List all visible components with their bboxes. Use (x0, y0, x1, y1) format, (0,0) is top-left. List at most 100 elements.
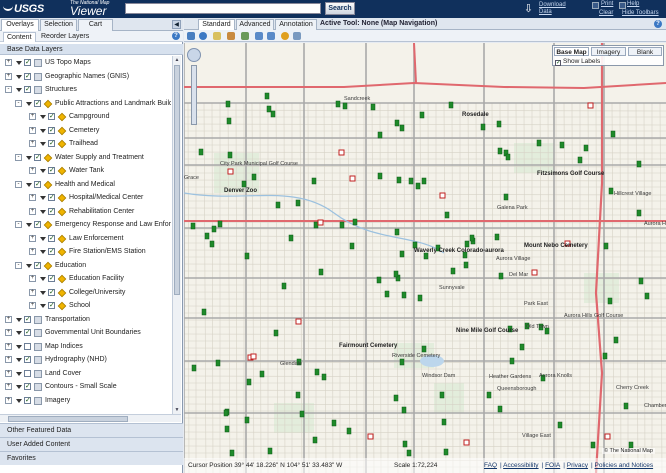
chevron-down-icon[interactable] (26, 263, 32, 268)
layer-checkbox[interactable] (34, 218, 41, 231)
imagery-option[interactable]: Imagery (591, 47, 626, 56)
layer-checkbox[interactable] (48, 164, 55, 177)
layer-checkbox[interactable] (48, 110, 55, 123)
bookmark-icon[interactable] (213, 32, 221, 40)
layer-checkbox[interactable] (24, 394, 31, 407)
layer-checkbox[interactable] (24, 313, 31, 326)
search-button[interactable]: Search (325, 2, 355, 15)
chevron-down-icon[interactable] (16, 317, 22, 322)
chevron-down-icon[interactable] (40, 290, 46, 295)
chevron-down-icon[interactable] (26, 155, 32, 160)
layer-checkbox[interactable] (24, 369, 31, 377)
chevron-down-icon[interactable] (16, 371, 22, 376)
chevron-down-icon[interactable] (16, 88, 22, 92)
scroll-down-icon[interactable]: ▼ (173, 406, 181, 414)
layer-checkbox[interactable] (48, 191, 55, 204)
pan-control[interactable] (187, 48, 201, 62)
policies-link[interactable]: Policies and Notices (595, 462, 654, 469)
expand-icon[interactable]: + (5, 369, 12, 377)
chevron-down-icon[interactable] (16, 74, 22, 79)
expand-icon[interactable]: + (29, 302, 36, 309)
chevron-down-icon[interactable] (40, 236, 46, 241)
expand-icon[interactable]: + (29, 194, 36, 201)
collapse-icon[interactable]: - (15, 261, 22, 269)
clear-link[interactable]: Clear (599, 10, 613, 16)
expand-icon[interactable]: + (29, 288, 36, 296)
layer-checkbox[interactable] (34, 97, 41, 110)
chevron-down-icon[interactable] (40, 196, 46, 200)
layer-checkbox[interactable] (24, 353, 31, 366)
chevron-down-icon[interactable] (16, 61, 22, 65)
scrollbar-thumb[interactable] (8, 416, 128, 422)
basemap-option[interactable]: Base Map (554, 47, 589, 56)
chevron-down-icon[interactable] (16, 398, 22, 403)
layer-checkbox[interactable] (24, 380, 31, 393)
tab-standard[interactable]: Standard (198, 19, 235, 30)
layer-checkbox[interactable] (48, 299, 55, 312)
spot-elevation-icon[interactable] (241, 32, 249, 40)
collapse-panel-button[interactable]: ◀ (172, 20, 181, 29)
layer-checkbox[interactable] (34, 151, 41, 164)
expand-icon[interactable]: + (5, 315, 12, 323)
chevron-down-icon[interactable] (16, 385, 22, 389)
collapse-icon[interactable]: - (15, 153, 22, 161)
expand-icon[interactable]: + (29, 167, 36, 174)
help-icon[interactable]: ? (172, 32, 180, 40)
layer-checkbox[interactable] (48, 245, 55, 258)
scrollbar-thumb[interactable] (174, 65, 180, 295)
tab-cart[interactable]: Cart (78, 19, 113, 31)
print-link[interactable]: Print (601, 1, 613, 7)
expand-icon[interactable]: + (5, 72, 12, 80)
layer-checkbox[interactable] (24, 70, 31, 83)
chevron-down-icon[interactable] (40, 169, 46, 173)
globe-icon[interactable] (187, 32, 195, 40)
faq-link[interactable]: FAQ (484, 462, 497, 469)
chevron-down-icon[interactable] (16, 331, 22, 335)
chevron-down-icon[interactable] (40, 209, 46, 214)
layer-checkbox[interactable] (24, 342, 31, 350)
layer-checkbox[interactable] (24, 326, 31, 339)
chevron-down-icon[interactable] (40, 142, 46, 146)
accessibility-link[interactable]: Accessibility (503, 462, 538, 469)
chevron-down-icon[interactable] (16, 344, 22, 349)
foia-link[interactable]: FOIA (545, 462, 560, 469)
layer-checkbox[interactable] (34, 259, 41, 272)
chevron-down-icon[interactable] (26, 101, 32, 106)
chevron-down-icon[interactable] (26, 223, 32, 227)
expand-icon[interactable]: + (5, 342, 12, 350)
chevron-down-icon[interactable] (26, 182, 32, 187)
accordion-other-featured-data[interactable]: Other Featured Data (0, 423, 183, 437)
map-canvas[interactable]: Sandcreek Rosedale Grace City Park Municipa… (184, 43, 666, 473)
horizontal-scrollbar[interactable] (0, 414, 181, 422)
search-input[interactable] (125, 3, 321, 14)
expand-icon[interactable]: + (29, 113, 36, 120)
layer-checkbox[interactable] (48, 124, 55, 137)
collapse-icon[interactable]: - (5, 86, 12, 93)
expand-icon[interactable]: + (5, 329, 12, 336)
chevron-down-icon[interactable] (40, 304, 46, 308)
layer-checkbox[interactable] (24, 56, 31, 69)
expand-icon[interactable]: + (5, 396, 12, 404)
chevron-down-icon[interactable] (40, 115, 46, 119)
expand-icon[interactable]: + (29, 275, 36, 282)
show-labels-toggle[interactable]: ✓ Show Labels (555, 57, 600, 66)
chevron-down-icon[interactable] (16, 358, 22, 362)
full-extent-icon[interactable] (293, 32, 301, 40)
expand-icon[interactable]: + (29, 140, 36, 147)
layer-checkbox[interactable] (48, 232, 55, 245)
locate-icon[interactable] (281, 32, 289, 40)
hide-toolbars-link[interactable]: Hide Toolbars (622, 10, 659, 16)
help-icon[interactable] (619, 2, 626, 9)
subtab-reorder-layers[interactable]: Reorder Layers (38, 32, 92, 42)
scroll-up-icon[interactable]: ▲ (173, 56, 181, 64)
chevron-down-icon[interactable] (40, 277, 46, 281)
download-data-link[interactable]: ⇩ Download Data (522, 1, 566, 17)
subtab-content[interactable]: Content (3, 32, 36, 42)
accordion-favorites[interactable]: Favorites (0, 451, 183, 465)
expand-icon[interactable]: + (29, 234, 36, 242)
expand-icon[interactable]: + (29, 207, 36, 215)
expand-icon[interactable]: + (5, 356, 12, 363)
expand-icon[interactable]: + (5, 383, 12, 390)
checkbox[interactable]: ✓ (555, 60, 561, 66)
layer-checkbox[interactable] (48, 286, 55, 299)
